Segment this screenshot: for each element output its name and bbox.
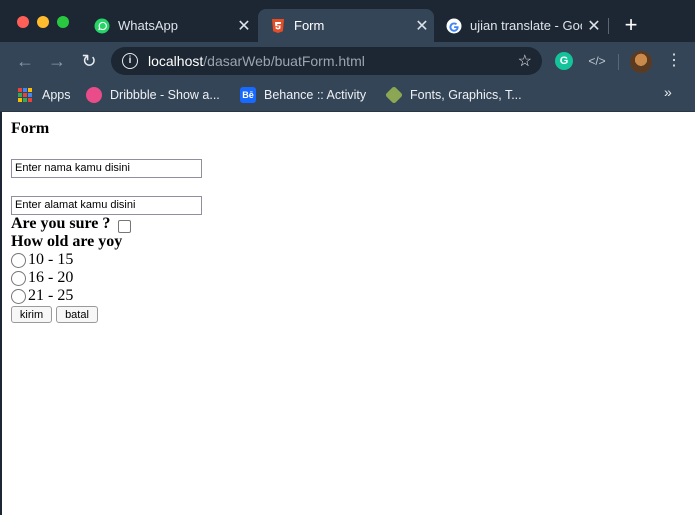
toolbar-divider [618, 54, 619, 70]
bookmark-label: Dribbble - Show a... [110, 88, 220, 102]
behance-icon: Bē [240, 87, 256, 103]
tab-title: Form [294, 18, 325, 33]
nama-input[interactable]: Enter nama kamu disini [11, 159, 202, 178]
url-path: /dasarWeb/buatForm.html [203, 53, 365, 69]
tab-form[interactable]: Form ✕ [258, 9, 434, 42]
reload-icon[interactable]: ↻ [78, 50, 100, 72]
tab-title: WhatsApp [118, 18, 178, 33]
bookmark-behance[interactable]: Bē Behance :: Activity [240, 85, 366, 105]
apps-grid-icon [18, 88, 32, 102]
age-option-label: 16 - 20 [28, 269, 74, 286]
bookmark-star-icon[interactable]: ☆ [518, 51, 532, 71]
age-question: How old are yoy [11, 233, 123, 250]
bookmarks-overflow-chevron-icon[interactable]: » [664, 84, 672, 100]
tab-title: ujian translate - Goo [470, 18, 582, 33]
kirim-button[interactable]: kirim [11, 306, 52, 323]
age-option-label: 21 - 25 [28, 287, 74, 304]
tab-translate[interactable]: ujian translate - Goo ✕ [434, 9, 606, 42]
bookmark-dribbble[interactable]: Dribbble - Show a... [86, 85, 220, 105]
sure-label: Are you sure ? [11, 215, 111, 232]
close-tab-icon[interactable]: ✕ [582, 16, 606, 36]
window-close-button[interactable] [17, 16, 29, 28]
sure-checkbox[interactable] [118, 220, 131, 233]
browser-toolbar: ← → ↻ i localhost/dasarWeb/buatForm.html… [0, 42, 695, 80]
bookmark-label: Apps [42, 88, 71, 102]
web-page: Form Enter nama kamu disini Enter alamat… [2, 112, 695, 515]
bookmark-label: Fonts, Graphics, T... [410, 88, 522, 102]
tab-whatsapp[interactable]: WhatsApp ✕ [82, 9, 256, 42]
browser-menu-icon[interactable]: ⋮ [666, 50, 682, 72]
html5-icon [272, 18, 284, 33]
address-bar[interactable]: i localhost/dasarWeb/buatForm.html ☆ [111, 47, 542, 75]
age-radio[interactable] [11, 270, 26, 286]
window-minimize-button[interactable] [37, 16, 49, 28]
creative-market-icon [384, 85, 404, 105]
google-icon [446, 18, 462, 33]
forward-arrow-icon[interactable]: → [46, 50, 68, 72]
close-tab-icon[interactable]: ✕ [232, 16, 256, 36]
bookmarks-bar: Apps Dribbble - Show a... Bē Behance :: … [0, 80, 695, 112]
form-heading: Form [11, 120, 50, 137]
age-option-label: 10 - 15 [28, 251, 74, 268]
back-arrow-icon[interactable]: ← [14, 50, 36, 72]
url-host: localhost [148, 53, 204, 69]
batal-button[interactable]: batal [56, 306, 98, 323]
bookmark-creative-market[interactable]: Fonts, Graphics, T... [384, 85, 522, 105]
age-option-16-20[interactable]: 16 - 20 [11, 269, 73, 287]
code-extension-icon[interactable]: </> [587, 52, 607, 70]
age-option-21-25[interactable]: 21 - 25 [11, 287, 73, 305]
alamat-input[interactable]: Enter alamat kamu disini [11, 196, 202, 215]
new-tab-button[interactable]: + [620, 12, 642, 38]
age-option-10-15[interactable]: 10 - 15 [11, 251, 73, 269]
bookmark-apps[interactable]: Apps [18, 85, 71, 105]
tab-strip: WhatsApp ✕ Form ✕ ujian translate - Goo … [0, 0, 695, 42]
profile-avatar[interactable] [630, 51, 652, 73]
grammarly-extension-icon[interactable]: G [555, 52, 573, 70]
age-radio[interactable] [11, 288, 26, 304]
close-tab-icon[interactable]: ✕ [410, 16, 434, 36]
window-maximize-button[interactable] [57, 16, 69, 28]
bookmark-label: Behance :: Activity [264, 88, 367, 102]
tab-divider [608, 18, 609, 34]
whatsapp-icon [94, 18, 110, 33]
dribbble-icon [86, 87, 102, 103]
url-text[interactable]: localhost/dasarWeb/buatForm.html [148, 53, 365, 69]
age-radio[interactable] [11, 252, 26, 268]
site-info-icon[interactable]: i [122, 53, 138, 69]
